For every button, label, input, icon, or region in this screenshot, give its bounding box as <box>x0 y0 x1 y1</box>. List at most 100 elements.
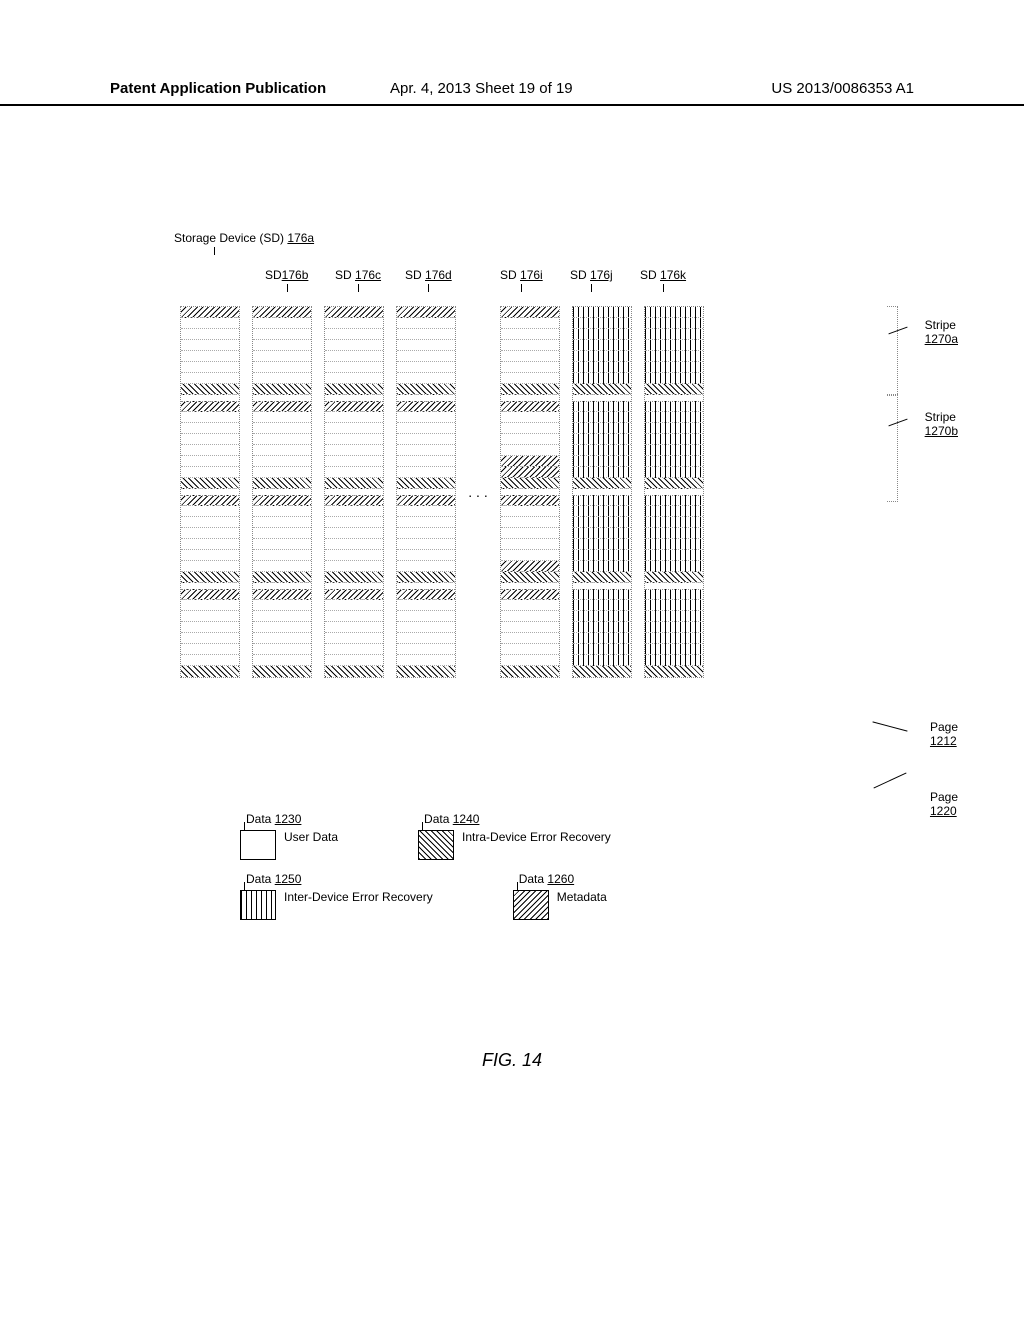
page-cell <box>181 373 239 384</box>
page-1220-label: Page1220 <box>930 790 958 818</box>
page-cell <box>501 423 559 434</box>
page-cell <box>501 318 559 329</box>
page-cell <box>181 307 239 318</box>
page-cell <box>501 351 559 362</box>
device-col-3 <box>396 306 456 678</box>
page-cell <box>253 611 311 622</box>
page-cell <box>645 329 703 340</box>
page-cell <box>325 561 383 572</box>
col-0-num: 176a <box>287 231 314 245</box>
page-cell <box>501 445 559 456</box>
page-cell <box>325 445 383 456</box>
page-cell <box>645 495 703 506</box>
page-cell <box>253 351 311 362</box>
ellipsis: . . . <box>468 306 488 678</box>
page-cell <box>501 412 559 423</box>
page-cell <box>397 351 455 362</box>
page-cell <box>397 318 455 329</box>
page-cell <box>501 550 559 561</box>
page-cell <box>645 561 703 572</box>
page-cell <box>181 329 239 340</box>
page-cell <box>397 445 455 456</box>
page-cell <box>325 412 383 423</box>
page-cell <box>181 423 239 434</box>
page-cell <box>501 633 559 644</box>
col-3-num: 176d <box>425 268 452 282</box>
page-cell <box>573 666 631 677</box>
page-cell <box>501 622 559 633</box>
page-cell <box>181 644 239 655</box>
page-cell <box>645 467 703 478</box>
page-cell <box>645 572 703 583</box>
device-col-1 <box>252 306 312 678</box>
page-cell <box>325 600 383 611</box>
page-cell <box>181 495 239 506</box>
page-cell <box>397 456 455 467</box>
storage-grid: . . . <box>180 306 880 678</box>
page-cell <box>181 445 239 456</box>
page-cell <box>573 539 631 550</box>
page-cell <box>181 539 239 550</box>
page-cell <box>501 478 559 489</box>
page-cell <box>325 373 383 384</box>
page-cell <box>181 384 239 395</box>
page-cell <box>501 611 559 622</box>
page-cell <box>397 412 455 423</box>
figure-caption: FIG. 14 <box>0 1050 1024 1071</box>
page-cell <box>325 528 383 539</box>
col-2-num: 176c <box>355 268 381 282</box>
page-cell <box>325 456 383 467</box>
page-cell <box>181 666 239 677</box>
page-cell <box>501 456 559 467</box>
page-cell <box>397 644 455 655</box>
page-cell <box>573 506 631 517</box>
page-cell <box>325 506 383 517</box>
page-cell <box>253 517 311 528</box>
page-cell <box>573 329 631 340</box>
page-cell <box>501 539 559 550</box>
page-cell <box>181 340 239 351</box>
device-col-6 <box>644 306 704 678</box>
page-cell <box>397 434 455 445</box>
page-cell <box>645 351 703 362</box>
page-cell <box>645 550 703 561</box>
page-cell <box>253 666 311 677</box>
page-cell <box>181 550 239 561</box>
col-4-prefix: SD <box>500 268 517 282</box>
device-col-5 <box>572 306 632 678</box>
page-cell <box>325 644 383 655</box>
col-2-prefix: SD <box>335 268 352 282</box>
page-cell <box>645 622 703 633</box>
page-cell <box>501 340 559 351</box>
page-cell <box>181 318 239 329</box>
col-4-num: 176i <box>520 268 543 282</box>
page-cell <box>325 478 383 489</box>
page-cell <box>645 589 703 600</box>
page-cell <box>645 600 703 611</box>
page-cell <box>573 561 631 572</box>
page-cell <box>573 445 631 456</box>
page-cell <box>501 373 559 384</box>
legend-1260: Data 1260 Metadata <box>513 890 607 920</box>
page-cell <box>645 412 703 423</box>
page-cell <box>573 340 631 351</box>
page-cell <box>253 506 311 517</box>
page-cell <box>397 478 455 489</box>
page-1212-label: Page1212 <box>930 720 958 748</box>
page-cell <box>645 611 703 622</box>
page-cell <box>501 467 559 478</box>
page-cell <box>253 412 311 423</box>
page-cell <box>573 478 631 489</box>
page-cell <box>253 561 311 572</box>
page-cell <box>573 362 631 373</box>
page-cell <box>181 362 239 373</box>
page-cell <box>253 550 311 561</box>
col-3-prefix: SD <box>405 268 422 282</box>
page-cell <box>397 340 455 351</box>
column-labels: Storage Device (SD) 176a SD176b SD 176c … <box>180 250 880 300</box>
page-cell <box>397 307 455 318</box>
page-cell <box>573 318 631 329</box>
page-cell <box>253 362 311 373</box>
page-cell <box>325 401 383 412</box>
header-right: US 2013/0086353 A1 <box>771 80 914 97</box>
